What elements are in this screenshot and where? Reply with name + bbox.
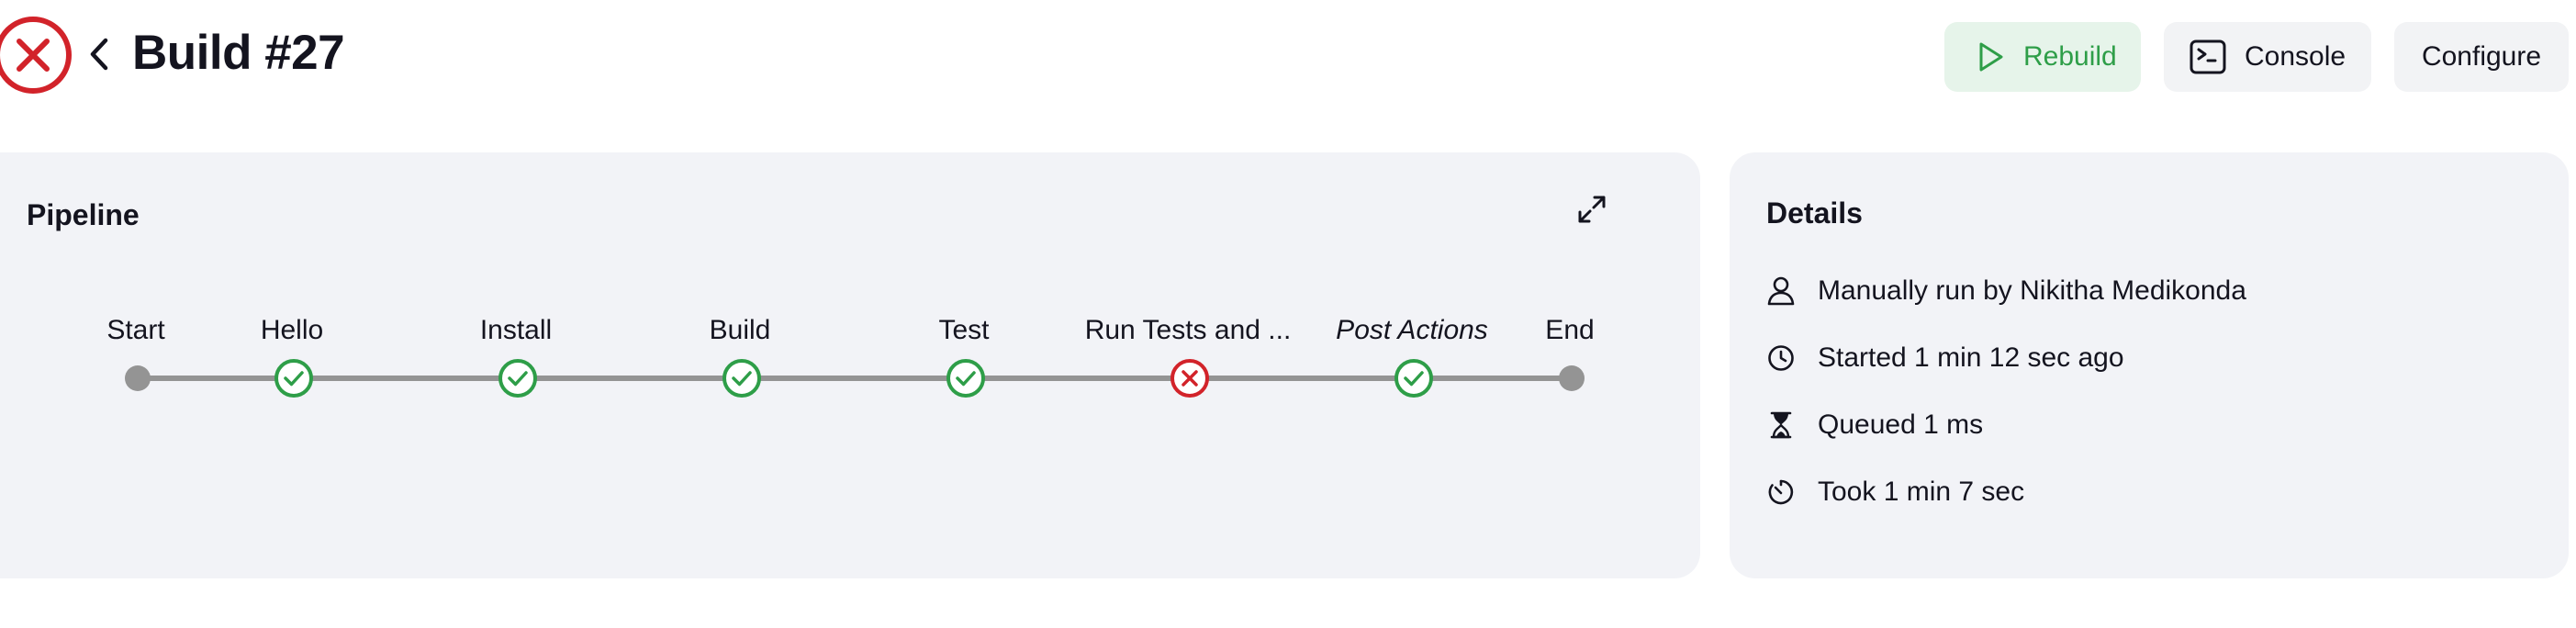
detail-started-by: Manually run by Nikitha Medikonda xyxy=(1766,275,2246,307)
console-label: Console xyxy=(2245,41,2346,72)
duration-text: Took 1 min 7 sec xyxy=(1818,477,2025,507)
stage-label-hello: Hello xyxy=(260,315,324,345)
pipeline-track xyxy=(138,376,1570,381)
rebuild-button[interactable]: Rebuild xyxy=(1944,22,2141,92)
pipeline-title: Pipeline xyxy=(27,198,140,231)
queued-text: Queued 1 ms xyxy=(1818,409,1984,440)
stage-node-hello[interactable] xyxy=(274,358,314,398)
stage-node-start xyxy=(124,364,151,392)
stage-label-build: Build xyxy=(709,315,771,345)
rebuild-label: Rebuild xyxy=(2023,41,2117,72)
stage-label-install: Install xyxy=(479,315,553,345)
stage-node-install[interactable] xyxy=(498,358,538,398)
success-check-icon xyxy=(1394,359,1434,402)
configure-button[interactable]: Configure xyxy=(2394,22,2569,92)
hourglass-icon xyxy=(1766,410,1796,440)
success-check-icon xyxy=(722,359,762,402)
started-by-text: Manually run by Nikitha Medikonda xyxy=(1818,275,2246,306)
detail-started: Started 1 min 12 sec ago xyxy=(1766,342,2124,374)
page-title: Build #27 xyxy=(132,26,345,80)
stage-label-start: Start xyxy=(106,315,165,345)
terminal-icon xyxy=(2190,39,2226,74)
timer-icon xyxy=(1766,477,1796,507)
stage-node-build[interactable] xyxy=(722,358,762,398)
detail-queued: Queued 1 ms xyxy=(1766,409,1983,441)
configure-label: Configure xyxy=(2421,41,2542,72)
details-card: Details Manually run by Nikitha Medikond… xyxy=(1730,152,2569,578)
stage-label-end: End xyxy=(1545,315,1595,345)
success-check-icon xyxy=(498,359,538,402)
console-button[interactable]: Console xyxy=(2164,22,2371,92)
stage-label-test: Test xyxy=(938,315,990,345)
details-title: Details xyxy=(1766,196,1863,230)
clock-icon xyxy=(1766,343,1796,373)
build-failed-icon xyxy=(0,15,73,95)
back-button[interactable] xyxy=(81,33,118,79)
stage-node-end xyxy=(1558,364,1585,392)
stage-label-post-actions: Post Actions xyxy=(1336,315,1488,345)
play-icon xyxy=(1976,41,2005,73)
success-check-icon xyxy=(946,359,986,402)
chevron-left-icon xyxy=(88,37,110,76)
success-check-icon xyxy=(274,359,314,402)
stage-label-run-tests: Run Tests and ... xyxy=(1084,315,1292,345)
stage-node-run-tests[interactable] xyxy=(1170,358,1210,398)
stage-node-post-actions[interactable] xyxy=(1394,358,1434,398)
expand-icon xyxy=(1577,195,1607,229)
expand-button[interactable] xyxy=(1572,191,1612,231)
user-icon xyxy=(1766,276,1796,306)
stage-node-test[interactable] xyxy=(946,358,986,398)
failed-x-icon xyxy=(1170,359,1210,402)
detail-duration: Took 1 min 7 sec xyxy=(1766,477,2024,508)
started-text: Started 1 min 12 sec ago xyxy=(1818,342,2124,373)
pipeline-card: Pipeline xyxy=(0,152,1700,578)
